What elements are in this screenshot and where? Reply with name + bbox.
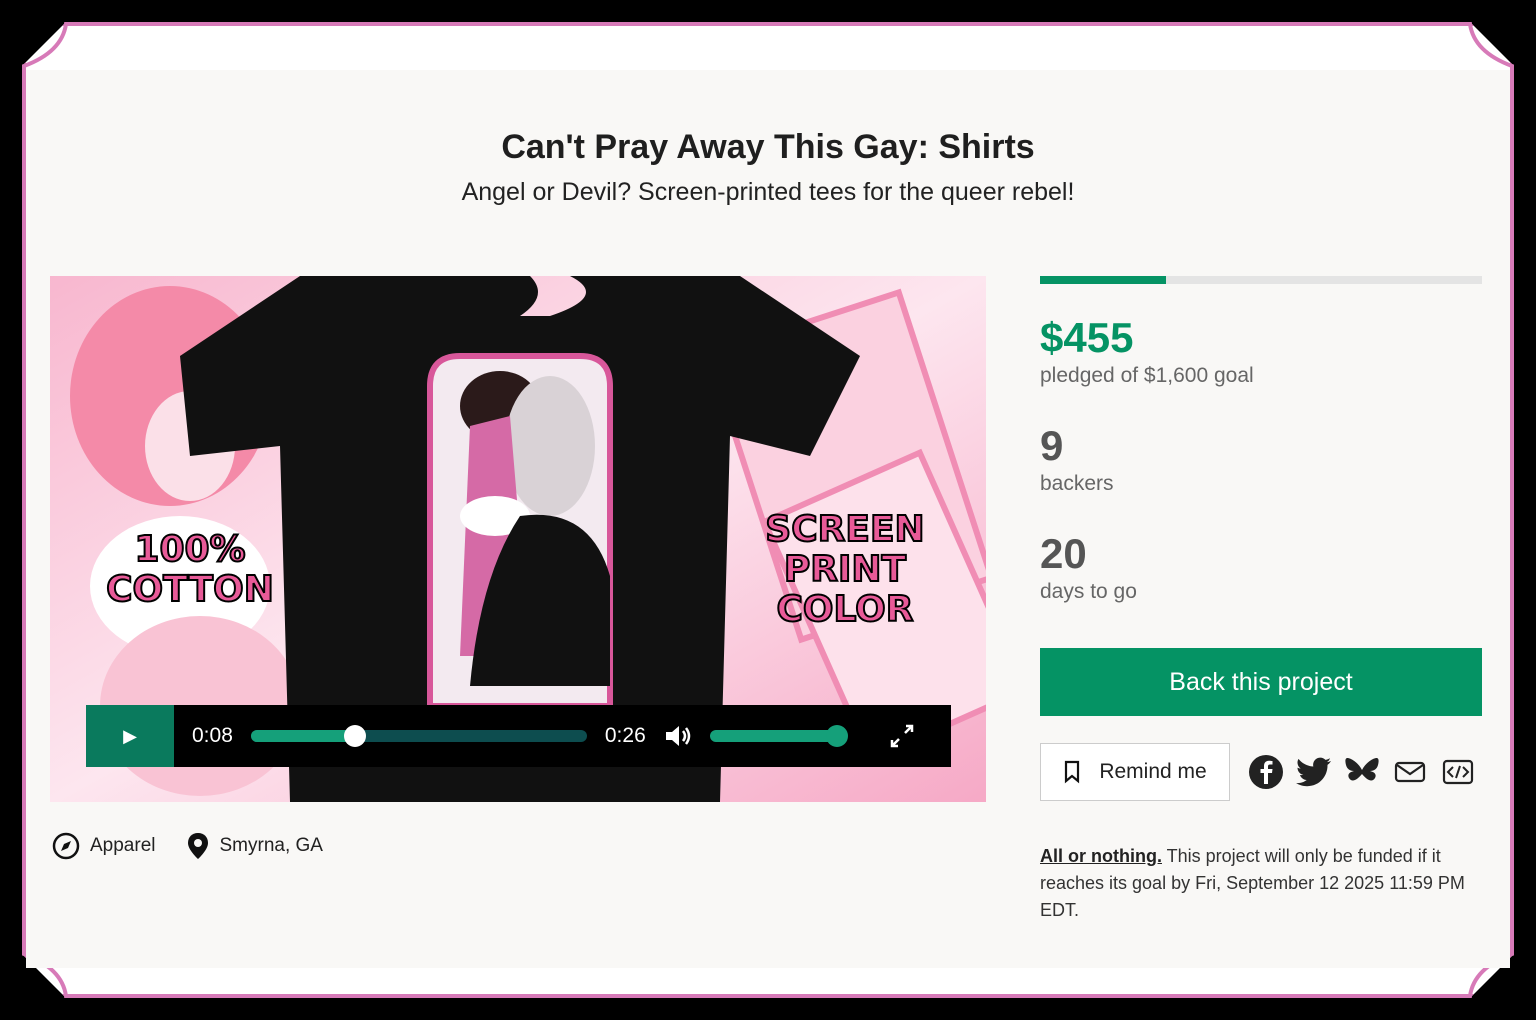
fullscreen-icon bbox=[890, 724, 913, 748]
email-icon bbox=[1394, 761, 1426, 783]
category-label: Apparel bbox=[90, 835, 156, 856]
project-page: Can't Pray Away This Gay: Shirts Angel o… bbox=[26, 70, 1510, 968]
project-title: Can't Pray Away This Gay: Shirts bbox=[501, 128, 1035, 166]
category-link[interactable]: Apparel bbox=[52, 832, 156, 860]
project-actions: Remind me bbox=[1040, 743, 1482, 801]
volume-icon bbox=[665, 726, 690, 746]
project-meta: Apparel Smyrna, GA bbox=[52, 831, 353, 861]
funding-progress-fill bbox=[1040, 276, 1166, 284]
days-count: 20 bbox=[1040, 530, 1087, 577]
location-link[interactable]: Smyrna, GA bbox=[186, 831, 323, 861]
share-twitter[interactable] bbox=[1290, 752, 1338, 792]
pledged-label: pledged of $1,600 goal bbox=[1040, 364, 1254, 387]
thumb-right-line3: COLOR bbox=[776, 589, 913, 630]
seek-bar-fill bbox=[250, 730, 356, 742]
seek-bar[interactable] bbox=[250, 725, 587, 747]
thumb-right-line1: SCREEN bbox=[765, 509, 924, 550]
thumb-left-line2: COTTON bbox=[106, 569, 274, 610]
fullscreen-button[interactable] bbox=[888, 722, 916, 750]
embed-icon bbox=[1442, 759, 1474, 785]
video-controls: ▶ 0:08 0:26 bbox=[86, 705, 951, 767]
location-label: Smyrna, GA bbox=[219, 835, 323, 856]
pledged-amount: $455 bbox=[1040, 314, 1134, 361]
project-subtitle: Angel or Devil? Screen-printed tees for … bbox=[461, 178, 1075, 206]
volume-slider[interactable] bbox=[709, 725, 848, 747]
share-links bbox=[1242, 752, 1482, 792]
share-email[interactable] bbox=[1386, 752, 1434, 792]
funding-note: All or nothing. This project will only b… bbox=[1040, 843, 1482, 924]
bookmark-icon bbox=[1065, 760, 1080, 784]
facebook-icon bbox=[1249, 755, 1283, 789]
funding-progress-bar bbox=[1040, 276, 1482, 284]
compass-icon bbox=[52, 832, 80, 860]
seek-handle[interactable] bbox=[344, 725, 367, 747]
back-project-button[interactable]: Back this project bbox=[1040, 648, 1482, 716]
play-button[interactable]: ▶ bbox=[86, 705, 174, 767]
share-facebook[interactable] bbox=[1242, 752, 1290, 792]
remind-me-button[interactable]: Remind me bbox=[1040, 743, 1230, 801]
thumb-right-line2: PRINT bbox=[784, 549, 907, 590]
thumb-left-line1: 100% bbox=[134, 529, 245, 570]
days-label: days to go bbox=[1040, 580, 1137, 603]
twitter-icon bbox=[1296, 757, 1331, 787]
funding-sidebar: $455 pledged of $1,600 goal 9 backers 20… bbox=[1040, 276, 1482, 924]
location-pin-icon bbox=[187, 833, 208, 859]
share-bluesky[interactable] bbox=[1338, 752, 1386, 792]
remind-me-label: Remind me bbox=[1099, 760, 1207, 783]
backers-label: backers bbox=[1040, 472, 1114, 495]
backers-count: 9 bbox=[1040, 422, 1064, 469]
duration: 0:26 bbox=[604, 724, 646, 747]
mute-button[interactable] bbox=[664, 723, 694, 749]
all-or-nothing-link[interactable]: All or nothing. bbox=[1040, 846, 1162, 866]
share-embed[interactable] bbox=[1434, 752, 1482, 792]
bluesky-icon bbox=[1345, 757, 1379, 781]
play-icon: ▶ bbox=[123, 725, 137, 746]
current-time: 0:08 bbox=[192, 724, 233, 747]
volume-handle[interactable] bbox=[825, 725, 848, 747]
